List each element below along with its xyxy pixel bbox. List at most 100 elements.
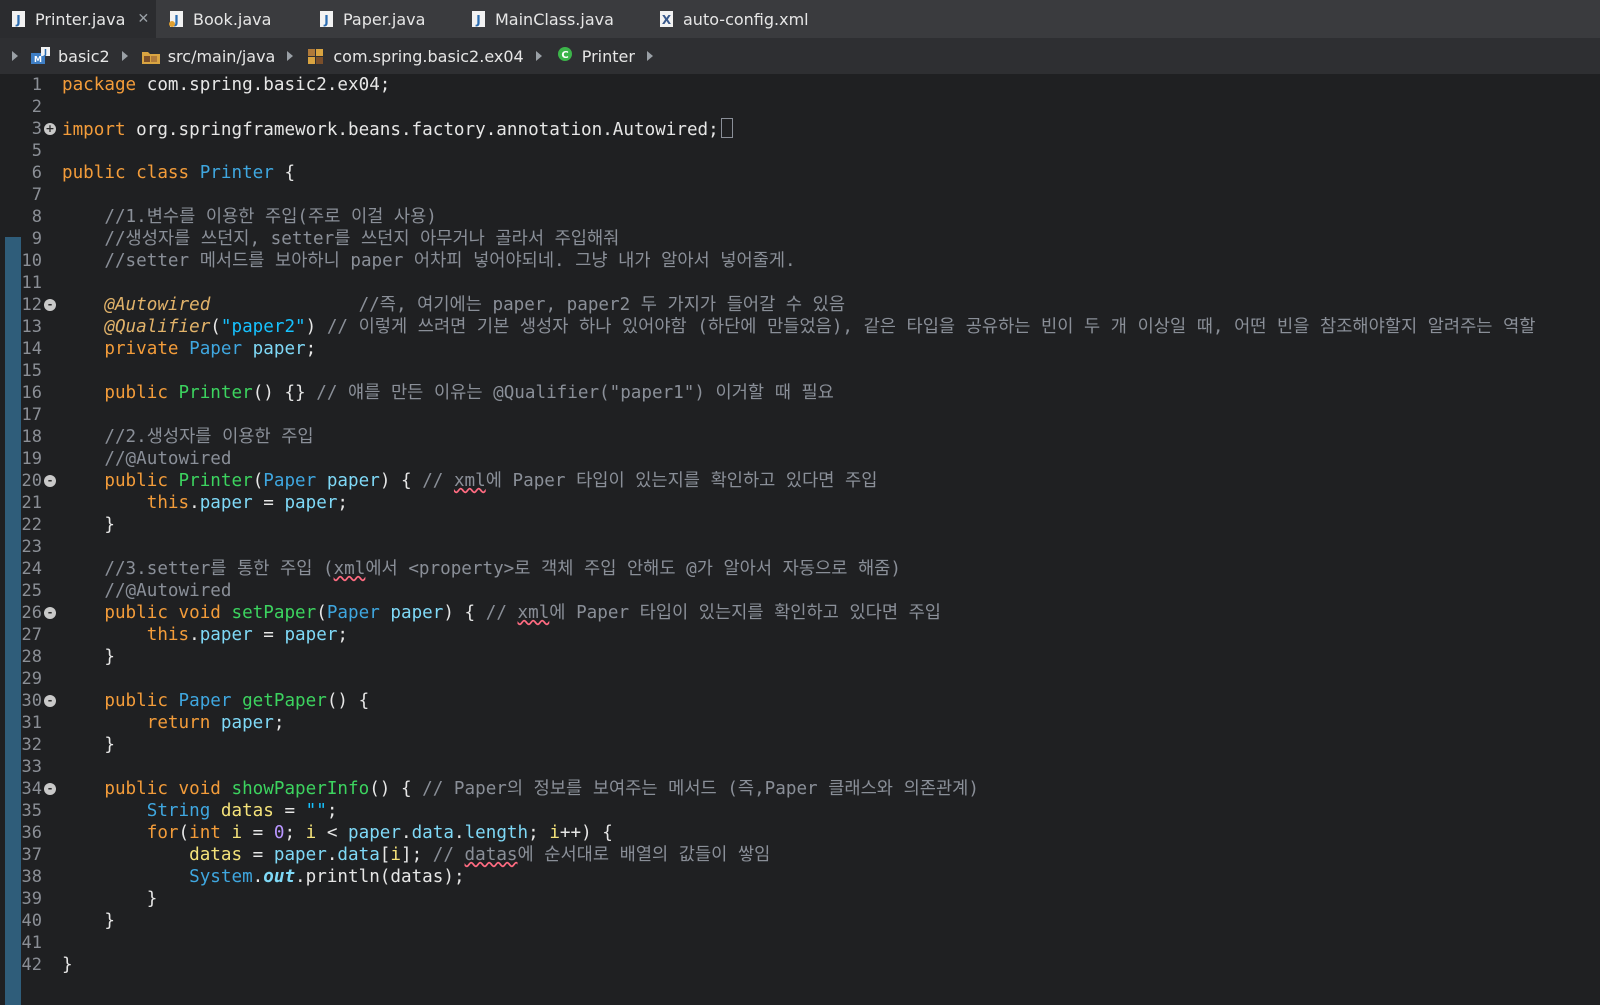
code-line: 6 public class Printer { <box>0 162 1600 184</box>
class-icon: C <box>554 45 576 67</box>
code-line: 18 //2.생성자를 이용한 주입 <box>0 426 1600 448</box>
line-number: 25 <box>21 581 42 601</box>
java-file-icon: J <box>168 10 186 28</box>
folded-imports-marker[interactable] <box>720 118 733 138</box>
tab-label: Paper.java <box>343 9 426 29</box>
maven-project-icon: MJ <box>30 45 52 67</box>
line-number: 15 <box>21 361 42 381</box>
svg-text:J: J <box>43 48 47 57</box>
code-line: 15 <box>0 360 1600 382</box>
collapse-fold-icon[interactable]: - <box>44 783 56 795</box>
xml-file-icon: X <box>658 10 676 28</box>
svg-text:X: X <box>662 13 672 27</box>
line-number: 36 <box>21 823 42 843</box>
line-number: 8 <box>31 207 42 227</box>
chevron-right-icon[interactable] <box>283 49 297 63</box>
code-line: 13 @Qualifier("paper2") // 이렇게 쓰려면 기본 생성… <box>0 316 1600 338</box>
collapse-fold-icon[interactable]: - <box>44 607 56 619</box>
breadcrumb-class[interactable]: C Printer <box>554 45 635 67</box>
line-number: 35 <box>21 801 42 821</box>
code-line: 25 //@Autowired <box>0 580 1600 602</box>
code-line: 33 <box>0 756 1600 778</box>
line-number: 14 <box>21 339 42 359</box>
tab-printer-java[interactable]: J Printer.java ✕ <box>0 0 156 38</box>
svg-text:J: J <box>323 13 328 27</box>
line-number: 12 <box>21 295 42 315</box>
line-number: 42 <box>21 955 42 975</box>
code-line: 23 <box>0 536 1600 558</box>
line-number: 9 <box>31 229 42 249</box>
breadcrumb-label: Printer <box>581 46 635 66</box>
close-tab-icon[interactable]: ✕ <box>135 11 151 27</box>
expand-fold-icon[interactable]: + <box>44 123 56 135</box>
code-line: 40 } <box>0 910 1600 932</box>
breadcrumb-label: src/main/java <box>167 46 276 66</box>
chevron-right-icon[interactable] <box>118 49 132 63</box>
code-line: 27 this.paper = paper; <box>0 624 1600 646</box>
chevron-right-icon[interactable] <box>643 49 657 63</box>
code-line: 11 <box>0 272 1600 294</box>
code-line: 36 for(int i = 0; i < paper.data.length;… <box>0 822 1600 844</box>
collapse-fold-icon[interactable]: - <box>44 695 56 707</box>
code-line: 19 //@Autowired <box>0 448 1600 470</box>
tab-label: Printer.java <box>35 9 126 29</box>
tab-book-java[interactable]: J Book.java <box>168 0 271 38</box>
code-line: 9 //생성자를 쓰던지, setter를 쓰던지 아무거나 골라서 주입해줘 <box>0 228 1600 250</box>
breadcrumb-source-folder[interactable]: src/main/java <box>140 45 276 67</box>
code-editor[interactable]: 1 package com.spring.basic2.ex04; 2 3 + … <box>0 74 1600 1005</box>
svg-text:J: J <box>475 13 480 27</box>
line-number: 13 <box>21 317 42 337</box>
java-file-icon: J <box>470 10 488 28</box>
line-number: 10 <box>21 251 42 271</box>
chevron-right-icon[interactable] <box>8 49 22 63</box>
code-line: 17 <box>0 404 1600 426</box>
source-folder-icon <box>140 45 162 67</box>
breadcrumb-label: basic2 <box>58 46 110 66</box>
code-line: 41 <box>0 932 1600 954</box>
line-number: 6 <box>31 163 42 183</box>
breadcrumb-project[interactable]: MJ basic2 <box>30 45 110 67</box>
code-line: 38 System.out.println(datas); <box>0 866 1600 888</box>
line-number: 2 <box>31 97 42 117</box>
tab-label: MainClass.java <box>495 9 614 29</box>
code-line: 35 String datas = ""; <box>0 800 1600 822</box>
line-number: 3 <box>31 119 42 139</box>
line-number: 18 <box>21 427 42 447</box>
line-number: 27 <box>21 625 42 645</box>
line-number: 28 <box>21 647 42 667</box>
code-line: 12 - @Autowired //즉, 여기에는 paper, paper2 … <box>0 294 1600 316</box>
svg-text:J: J <box>15 13 20 27</box>
editor-tab-bar: J Printer.java ✕ J Book.java J Paper.jav… <box>0 0 1600 39</box>
line-number: 11 <box>21 273 42 293</box>
tab-mainclass-java[interactable]: J MainClass.java <box>470 0 614 38</box>
svg-text:C: C <box>561 50 568 61</box>
code-line: 42 } <box>0 954 1600 976</box>
tab-auto-config-xml[interactable]: X auto-config.xml <box>658 0 809 38</box>
code-line: 7 <box>0 184 1600 206</box>
breadcrumb-package[interactable]: com.spring.basic2.ex04 <box>305 45 524 67</box>
line-number: 5 <box>31 141 42 161</box>
line-number: 24 <box>21 559 42 579</box>
collapse-fold-icon[interactable]: - <box>44 299 56 311</box>
line-number: 33 <box>21 757 42 777</box>
line-number: 26 <box>21 603 42 623</box>
line-number: 1 <box>31 75 42 95</box>
tab-paper-java[interactable]: J Paper.java <box>318 0 425 38</box>
java-file-icon: J <box>10 10 28 28</box>
code-line: 8 //1.변수를 이용한 주입(주로 이걸 사용) <box>0 206 1600 228</box>
code-line: 1 package com.spring.basic2.ex04; <box>0 74 1600 96</box>
java-file-icon: J <box>318 10 336 28</box>
code-line: 37 datas = paper.data[i]; // datas에 순서대로… <box>0 844 1600 866</box>
line-number: 38 <box>21 867 42 887</box>
line-number: 17 <box>21 405 42 425</box>
line-number: 20 <box>21 471 42 491</box>
collapse-fold-icon[interactable]: - <box>44 475 56 487</box>
line-number: 7 <box>31 185 42 205</box>
code-line: 22 } <box>0 514 1600 536</box>
line-number: 40 <box>21 911 42 931</box>
code-line: 32 } <box>0 734 1600 756</box>
code-line: 30 - public Paper getPaper() { <box>0 690 1600 712</box>
chevron-right-icon[interactable] <box>532 49 546 63</box>
package-icon <box>305 45 327 67</box>
code-line: 14 private Paper paper; <box>0 338 1600 360</box>
